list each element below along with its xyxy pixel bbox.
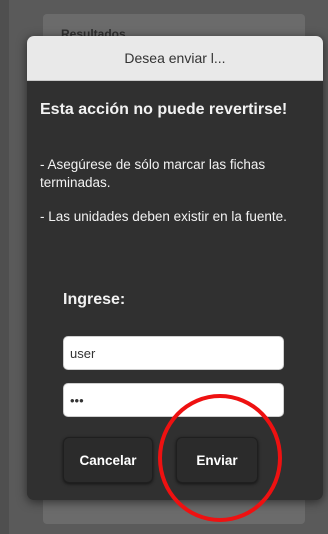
background-left-strip [0, 0, 9, 534]
cancel-button[interactable]: Cancelar [63, 437, 153, 483]
send-button[interactable]: Enviar [176, 437, 258, 483]
password-input[interactable] [63, 383, 284, 417]
dialog-title: Desea enviar l... [124, 50, 226, 66]
warning-title: Esta acción no puede revertirse! [40, 101, 288, 118]
note-mark-finished: - Asegúrese de sólo marcar las fichas te… [40, 157, 266, 190]
username-input[interactable] [63, 336, 284, 370]
note-units-exist: - Las unidades deben existir en la fuent… [40, 209, 287, 224]
form-label: Ingrese: [63, 291, 126, 308]
send-dialog: Desea enviar l... Esta acción no puede r… [27, 36, 323, 500]
dialog-header: Desea enviar l... [27, 36, 323, 81]
